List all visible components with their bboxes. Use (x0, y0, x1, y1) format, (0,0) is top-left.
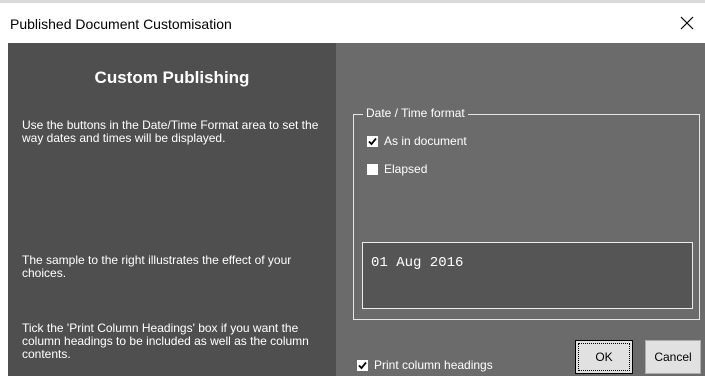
cancel-button[interactable]: Cancel (645, 340, 701, 374)
elapsed-label: Elapsed (384, 162, 428, 176)
elapsed-box[interactable] (367, 163, 378, 175)
print-column-headings-box[interactable] (357, 359, 368, 371)
checkmark-icon (358, 361, 367, 369)
date-time-format-title: Date / Time format (363, 106, 468, 120)
ok-focus-rect: OK (578, 343, 630, 371)
close-icon (680, 16, 694, 30)
checkmark-icon (368, 137, 377, 145)
instruction-sample: The sample to the right illustrates the … (22, 253, 292, 280)
close-button[interactable] (669, 3, 705, 43)
print-column-headings-checkbox[interactable]: Print column headings (357, 358, 493, 372)
ok-label: OK (595, 350, 613, 364)
as-in-document-checkbox[interactable]: As in document (367, 134, 467, 148)
as-in-document-label: As in document (384, 134, 467, 148)
instruction-date-time: Use the buttons in the Date/Time Format … (22, 118, 319, 145)
window-title: Published Document Customisation (10, 16, 232, 32)
title-bar[interactable]: Published Document Customisation (0, 3, 705, 43)
print-column-headings-label: Print column headings (374, 358, 493, 372)
sample-value: 01 Aug 2016 (371, 255, 464, 271)
elapsed-checkbox[interactable]: Elapsed (367, 162, 427, 176)
cancel-label: Cancel (654, 350, 692, 364)
dialog-window: Published Document Customisation Custom … (0, 0, 705, 376)
instruction-column-headings: Tick the 'Print Column Headings' box if … (22, 321, 309, 361)
sample-display: 01 Aug 2016 (362, 242, 693, 309)
ok-button[interactable]: OK (575, 340, 633, 374)
as-in-document-box[interactable] (367, 135, 378, 147)
panel-heading: Custom Publishing (94, 68, 250, 87)
